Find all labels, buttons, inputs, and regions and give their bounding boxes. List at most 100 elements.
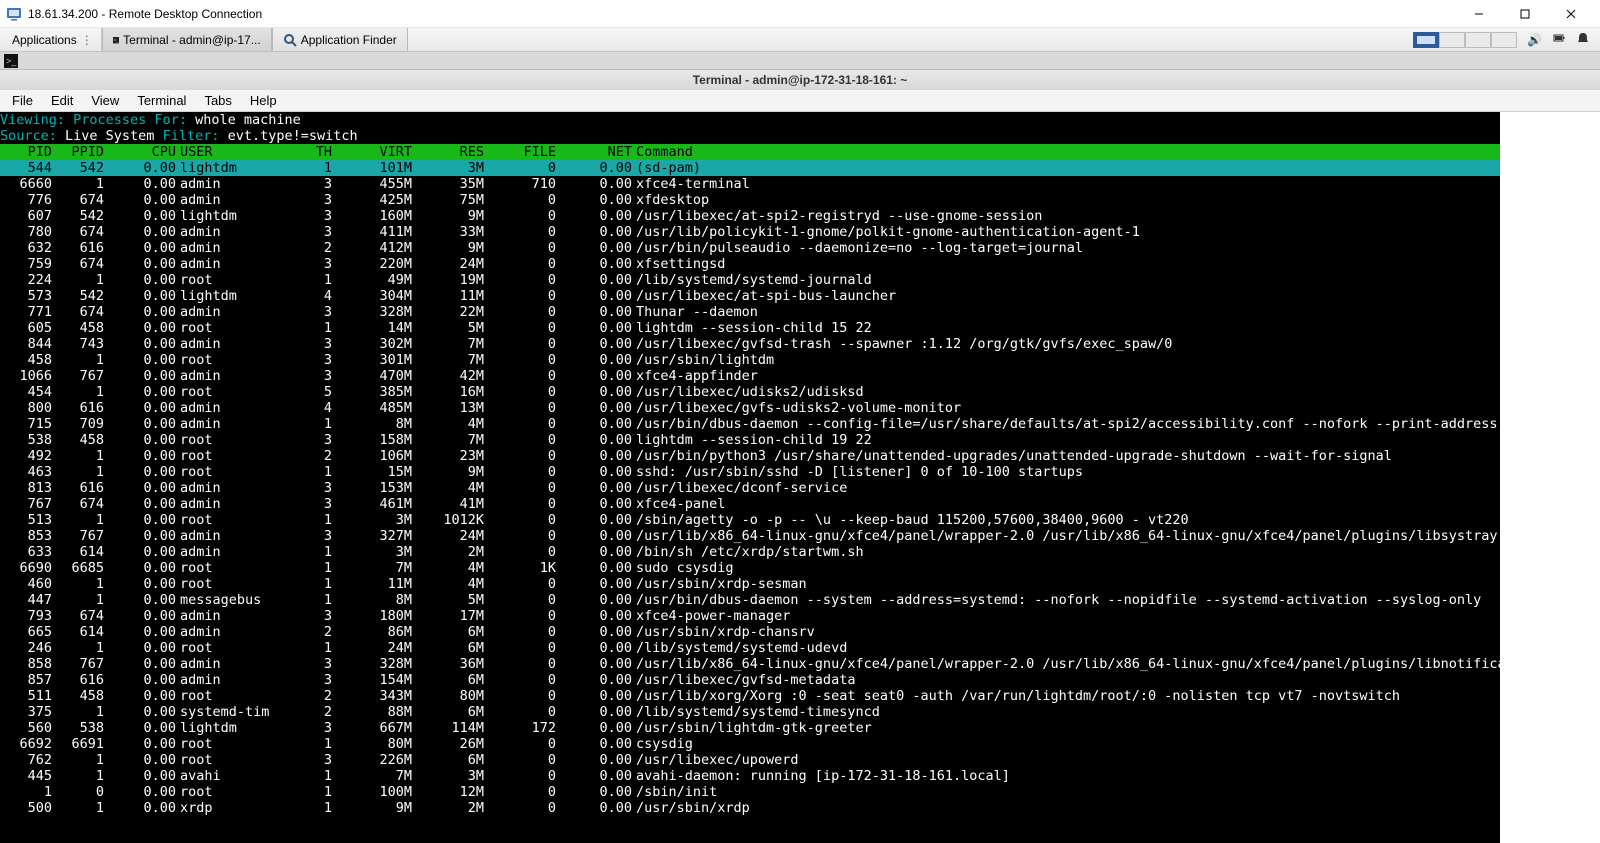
process-row[interactable]: 45810.00root3301M7M00.00/usr/sbin/lightd… (0, 352, 1500, 368)
column-header[interactable]: NET (556, 144, 632, 160)
workspace-switcher[interactable] (1413, 32, 1517, 48)
column-header[interactable]: TH (276, 144, 332, 160)
column-header[interactable]: Command (632, 144, 1500, 160)
process-row[interactable]: 5445420.00lightdm1101M3M00.00(sd-pam) (0, 160, 1500, 176)
menu-view[interactable]: View (83, 91, 127, 110)
process-row[interactable]: 669066850.00root17M4M1K0.00sudo csysdig (0, 560, 1500, 576)
cell: 1 (276, 592, 332, 608)
cell: 1 (52, 464, 104, 480)
process-row[interactable]: 51310.00root13M1012K00.00/sbin/agetty -o… (0, 512, 1500, 528)
cell: 1 (52, 704, 104, 720)
cell: root (176, 384, 276, 400)
process-row[interactable]: 37510.00systemd-tim288M6M00.00/lib/syste… (0, 704, 1500, 720)
cell: 674 (52, 608, 104, 624)
process-row[interactable]: 8537670.00admin3327M24M00.00/usr/lib/x86… (0, 528, 1500, 544)
cell: 9M (412, 464, 484, 480)
cell: 3 (276, 304, 332, 320)
cell: 674 (52, 192, 104, 208)
process-row[interactable]: 7157090.00admin18M4M00.00/usr/bin/dbus-d… (0, 416, 1500, 432)
cell: /sbin/agetty -o -p -- \u --keep-baud 115… (632, 512, 1500, 528)
cell: 0 (484, 288, 556, 304)
process-row[interactable]: 666010.00admin3455M35M7100.00xfce4-termi… (0, 176, 1500, 192)
process-row[interactable]: 24610.00root124M6M00.00/lib/systemd/syst… (0, 640, 1500, 656)
process-row[interactable]: 5605380.00lightdm3667M114M1720.00/usr/sb… (0, 720, 1500, 736)
cell: 7M (412, 352, 484, 368)
process-row[interactable]: 5735420.00lightdm4304M11M00.00/usr/libex… (0, 288, 1500, 304)
menu-tabs[interactable]: Tabs (196, 91, 239, 110)
process-row[interactable]: 8006160.00admin4485M13M00.00/usr/libexec… (0, 400, 1500, 416)
cell: 1 (276, 544, 332, 560)
process-row[interactable]: 44510.00avahi17M3M00.00avahi-daemon: run… (0, 768, 1500, 784)
menu-help[interactable]: Help (242, 91, 285, 110)
cell: 759 (0, 256, 52, 272)
taskbar-item-terminal[interactable]: >_ Terminal - admin@ip-17... (102, 28, 272, 51)
volume-icon[interactable]: 🔊 (1527, 33, 1542, 47)
process-row[interactable]: 6326160.00admin2412M9M00.00/usr/bin/puls… (0, 240, 1500, 256)
maximize-button[interactable] (1502, 0, 1548, 28)
process-row[interactable]: 7806740.00admin3411M33M00.00/usr/lib/pol… (0, 224, 1500, 240)
process-row[interactable]: 7936740.00admin3180M17M00.00xfce4-power-… (0, 608, 1500, 624)
menu-edit[interactable]: Edit (43, 91, 81, 110)
process-row[interactable]: 10667670.00admin3470M42M00.00xfce4-appfi… (0, 368, 1500, 384)
column-header[interactable]: USER (176, 144, 276, 160)
cell: 607 (0, 208, 52, 224)
column-header[interactable]: RES (412, 144, 484, 160)
process-row[interactable]: 44710.00messagebus18M5M00.00/usr/bin/dbu… (0, 592, 1500, 608)
process-row[interactable]: 669266910.00root180M26M00.00csysdig (0, 736, 1500, 752)
process-row[interactable]: 6336140.00admin13M2M00.00/bin/sh /etc/xr… (0, 544, 1500, 560)
process-row[interactable]: 6075420.00lightdm3160M9M00.00/usr/libexe… (0, 208, 1500, 224)
column-header[interactable]: CPU (104, 144, 176, 160)
process-row[interactable]: 45410.00root5385M16M00.00/usr/libexec/ud… (0, 384, 1500, 400)
cell: 470M (332, 368, 412, 384)
notification-icon[interactable] (1576, 31, 1590, 48)
process-row[interactable]: 7596740.00admin3220M24M00.00xfsettingsd (0, 256, 1500, 272)
process-row[interactable]: 5384580.00root3158M7M00.00lightdm --sess… (0, 432, 1500, 448)
menu-terminal[interactable]: Terminal (129, 91, 194, 110)
column-header[interactable]: PID (0, 144, 52, 160)
close-button[interactable] (1548, 0, 1594, 28)
cell: 667M (332, 720, 412, 736)
workspace-4[interactable] (1491, 32, 1517, 48)
column-header[interactable]: FILE (484, 144, 556, 160)
process-row[interactable]: 7676740.00admin3461M41M00.00xfce4-panel (0, 496, 1500, 512)
process-row[interactable]: 46310.00root115M9M00.00sshd: /usr/sbin/s… (0, 464, 1500, 480)
process-row[interactable]: 100.00root1100M12M00.00/sbin/init (0, 784, 1500, 800)
process-row[interactable]: 8136160.00admin3153M4M00.00/usr/libexec/… (0, 480, 1500, 496)
workspace-2[interactable] (1439, 32, 1465, 48)
process-row[interactable]: 8576160.00admin3154M6M00.00/usr/libexec/… (0, 672, 1500, 688)
terminal-output[interactable]: Viewing: Processes For: whole machineSou… (0, 112, 1500, 843)
process-row[interactable]: 6656140.00admin286M6M00.00/usr/sbin/xrdp… (0, 624, 1500, 640)
process-row[interactable]: 7766740.00admin3425M75M00.00xfdesktop (0, 192, 1500, 208)
battery-icon[interactable] (1552, 31, 1566, 48)
process-row[interactable]: 8447430.00admin3302M7M00.00/usr/libexec/… (0, 336, 1500, 352)
process-row[interactable]: 49210.00root2106M23M00.00/usr/bin/python… (0, 448, 1500, 464)
terminal-launcher-icon[interactable]: >_ (4, 54, 18, 68)
cell: 14M (332, 320, 412, 336)
cell: 425M (332, 192, 412, 208)
cell: 1 (52, 352, 104, 368)
process-row[interactable]: 8587670.00admin3328M36M00.00/usr/lib/x86… (0, 656, 1500, 672)
cell: lightdm (176, 720, 276, 736)
process-row[interactable]: 7716740.00admin3328M22M00.00Thunar --dae… (0, 304, 1500, 320)
column-header[interactable]: PPID (52, 144, 104, 160)
cell: sudo csysdig (632, 560, 1500, 576)
minimize-button[interactable] (1456, 0, 1502, 28)
cell: 0.00 (104, 608, 176, 624)
process-row[interactable]: 22410.00root149M19M00.00/lib/systemd/sys… (0, 272, 1500, 288)
workspace-3[interactable] (1465, 32, 1491, 48)
rdp-icon (6, 6, 22, 22)
process-row[interactable]: 76210.00root3226M6M00.00/usr/libexec/upo… (0, 752, 1500, 768)
menu-file[interactable]: File (4, 91, 41, 110)
cell: 0.00 (104, 368, 176, 384)
applications-menu[interactable]: Applications ⋮ (0, 28, 102, 51)
workspace-1[interactable] (1413, 32, 1439, 48)
process-row[interactable]: 50010.00xrdp19M2M00.00/usr/sbin/xrdp (0, 800, 1500, 816)
taskbar-item-appfinder[interactable]: Application Finder (272, 28, 408, 51)
process-row[interactable]: 5114580.00root2343M80M00.00/usr/lib/xorg… (0, 688, 1500, 704)
column-header-row[interactable]: PIDPPIDCPUUSERTHVIRTRESFILENETCommand (0, 144, 1500, 160)
process-row[interactable]: 46010.00root111M4M00.00/usr/sbin/xrdp-se… (0, 576, 1500, 592)
process-row[interactable]: 6054580.00root114M5M00.00lightdm --sessi… (0, 320, 1500, 336)
search-icon (283, 33, 297, 47)
terminal-window-titlebar[interactable]: Terminal - admin@ip-172-31-18-161: ~ (0, 70, 1600, 90)
column-header[interactable]: VIRT (332, 144, 412, 160)
